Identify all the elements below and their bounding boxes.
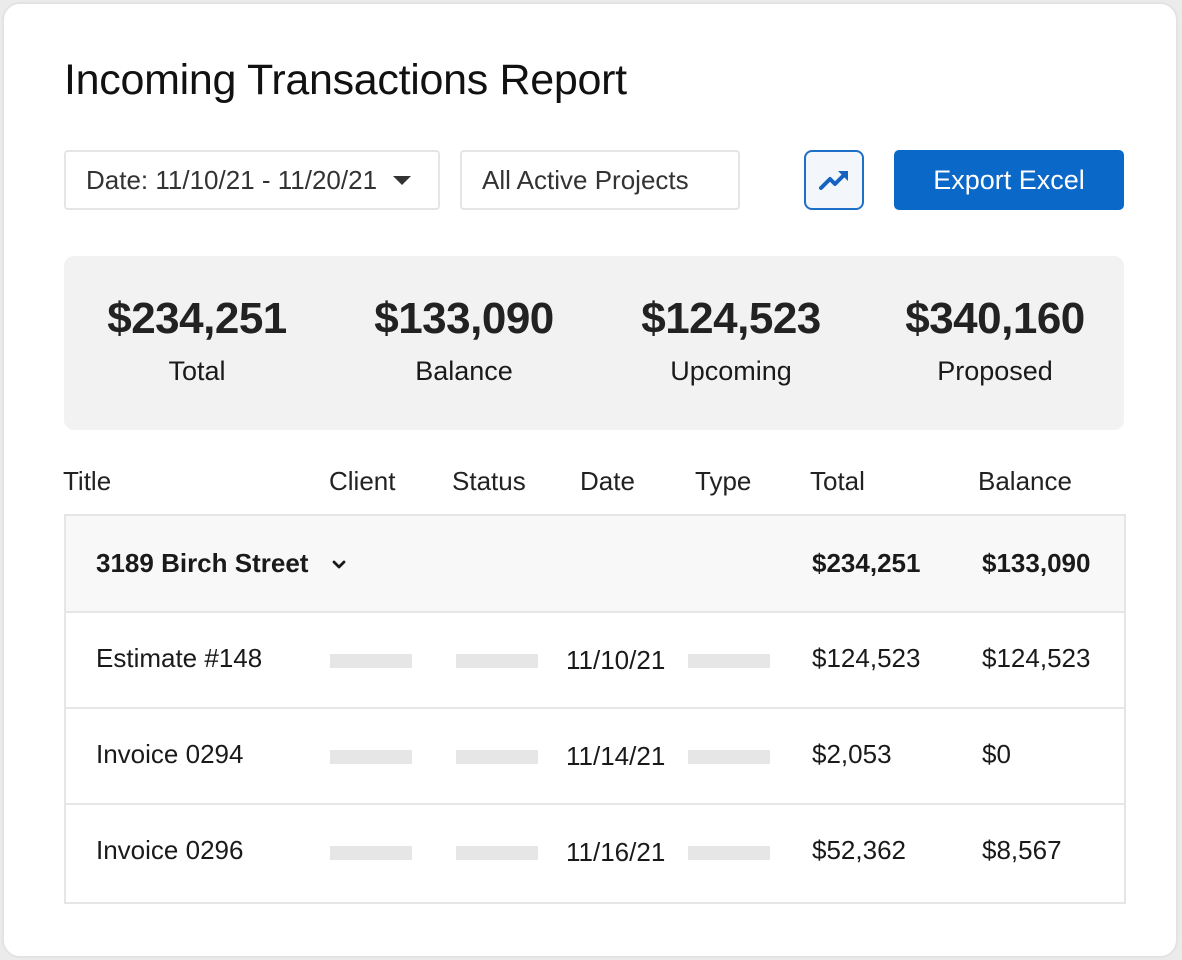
summary-label: Proposed xyxy=(937,356,1053,386)
row-date: 11/16/21 xyxy=(566,837,666,867)
client-placeholder xyxy=(330,654,412,668)
group-total: $234,251 xyxy=(812,548,921,578)
date-range-dropdown[interactable]: Date: 11/10/21 - 11/20/21 xyxy=(64,150,440,210)
summary-value: $133,090 xyxy=(374,294,554,343)
status-placeholder xyxy=(456,750,538,764)
summary-label: Balance xyxy=(415,356,513,386)
chart-view-button[interactable] xyxy=(804,150,864,210)
row-balance: $0 xyxy=(982,739,1011,769)
row-title[interactable]: Invoice 0294 xyxy=(96,739,243,770)
summary-value: $124,523 xyxy=(641,294,821,343)
column-header-balance[interactable]: Balance xyxy=(978,466,1072,497)
status-placeholder xyxy=(456,654,538,668)
row-date: 11/14/21 xyxy=(566,741,666,771)
export-excel-button[interactable]: Export Excel xyxy=(894,150,1124,210)
group-title-text: 3189 Birch Street xyxy=(96,548,309,578)
row-balance: $124,523 xyxy=(982,643,1091,673)
caret-down-icon xyxy=(393,175,412,185)
summary-label: Upcoming xyxy=(670,356,792,386)
project-group-row[interactable]: 3189 Birch Street $234,251 $133,090 xyxy=(66,516,1124,613)
column-header-status[interactable]: Status xyxy=(452,466,526,497)
summary-proposed: $340,160 Proposed xyxy=(862,294,1128,387)
chevron-down-icon[interactable] xyxy=(332,560,346,570)
summary-label: Total xyxy=(168,356,226,386)
summary-panel: $234,251 Total $133,090 Balance $124,523… xyxy=(64,256,1124,430)
date-range-label: Date: 11/10/21 - 11/20/21 xyxy=(86,164,378,195)
table-row[interactable]: Invoice 0294 11/14/21 $2,053 $0 xyxy=(66,709,1124,805)
summary-balance: $133,090 Balance xyxy=(331,294,597,387)
row-date: 11/10/21 xyxy=(566,645,666,675)
column-header-title[interactable]: Title xyxy=(63,466,111,497)
group-title[interactable]: 3189 Birch Street xyxy=(96,548,346,579)
table-row[interactable]: Estimate #148 11/10/21 $124,523 $124,523 xyxy=(66,613,1124,709)
type-placeholder xyxy=(688,654,770,668)
client-placeholder xyxy=(330,846,412,860)
project-filter-label: All Active Projects xyxy=(482,164,689,195)
type-placeholder xyxy=(688,846,770,860)
column-header-total[interactable]: Total xyxy=(810,466,865,497)
page-title: Incoming Transactions Report xyxy=(64,56,627,104)
status-placeholder xyxy=(456,846,538,860)
column-header-date[interactable]: Date xyxy=(580,466,635,497)
client-placeholder xyxy=(330,750,412,764)
group-balance: $133,090 xyxy=(982,548,1091,578)
summary-value: $340,160 xyxy=(905,294,1085,343)
row-title[interactable]: Estimate #148 xyxy=(96,643,262,674)
project-filter-dropdown[interactable]: All Active Projects xyxy=(460,150,740,210)
trending-up-icon xyxy=(819,171,848,190)
row-balance: $8,567 xyxy=(982,835,1062,865)
column-header-type[interactable]: Type xyxy=(695,466,751,497)
row-total: $2,053 xyxy=(812,739,892,769)
column-header-client[interactable]: Client xyxy=(329,466,395,497)
summary-total: $234,251 Total xyxy=(64,294,330,387)
transactions-table: 3189 Birch Street $234,251 $133,090 Esti… xyxy=(64,514,1126,904)
row-total: $124,523 xyxy=(812,643,921,673)
report-card: Incoming Transactions Report Date: 11/10… xyxy=(2,2,1178,958)
row-title[interactable]: Invoice 0296 xyxy=(96,835,243,866)
row-total: $52,362 xyxy=(812,835,906,865)
table-row[interactable]: Invoice 0296 11/16/21 $52,362 $8,567 xyxy=(66,805,1124,901)
type-placeholder xyxy=(688,750,770,764)
summary-upcoming: $124,523 Upcoming xyxy=(598,294,864,387)
summary-value: $234,251 xyxy=(107,294,287,343)
